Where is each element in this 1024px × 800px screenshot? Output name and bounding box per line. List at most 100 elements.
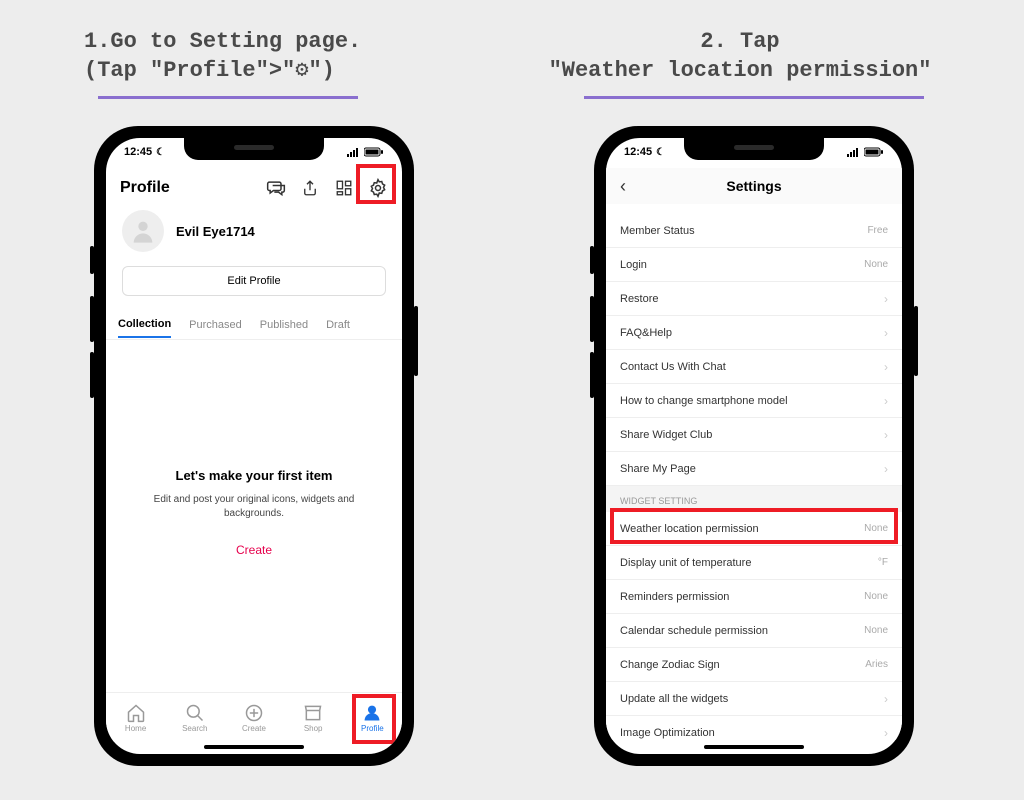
profile-title: Profile: [120, 179, 170, 197]
row-value: None: [864, 259, 888, 270]
phone1-notch: [184, 138, 324, 160]
row-label: Change Zodiac Sign: [620, 659, 720, 671]
phone-frame-1: 12:45 ☾ Profile: [94, 126, 414, 766]
phone1-side-power: [414, 306, 418, 376]
step1-instruction: 1.Go to Setting page. (Tap "Profile">"⚙"…: [84, 28, 361, 85]
nav-create[interactable]: Create: [229, 703, 279, 733]
edit-profile-label: Edit Profile: [227, 275, 280, 287]
row-label: Image Optimization: [620, 727, 715, 739]
empty-sub: Edit and post your original icons, widge…: [134, 493, 374, 521]
row-label: Restore: [620, 293, 659, 305]
highlight-gear: [356, 164, 396, 204]
highlight-profile-nav: [352, 694, 396, 744]
create-link[interactable]: Create: [134, 543, 374, 557]
phone1-side-volup: [90, 296, 94, 342]
step1-line2: (Tap "Profile">"⚙"): [84, 58, 335, 83]
phone2-side-voldown: [590, 352, 594, 398]
chevron-right-icon: ›: [884, 394, 888, 408]
battery-icon: [864, 147, 884, 157]
row-calendar[interactable]: Calendar schedule permission None: [606, 614, 902, 648]
nav-search[interactable]: Search: [170, 703, 220, 733]
home-indicator: [704, 745, 804, 749]
widgets-icon[interactable]: [334, 178, 354, 198]
battery-icon: [364, 147, 384, 157]
row-restore[interactable]: Restore ›: [606, 282, 902, 316]
row-reminders[interactable]: Reminders permission None: [606, 580, 902, 614]
phone-frame-2: 12:45 ☾ ‹ Settings Member Status Free: [594, 126, 914, 766]
status-time: 12:45: [124, 146, 152, 158]
chat-icon[interactable]: [266, 178, 286, 198]
row-label: Reminders permission: [620, 591, 729, 603]
nav-shop-label: Shop: [304, 724, 323, 733]
row-label: Contact Us With Chat: [620, 361, 726, 373]
nav-search-label: Search: [182, 724, 207, 733]
row-zodiac[interactable]: Change Zodiac Sign Aries: [606, 648, 902, 682]
profile-user-row: Evil Eye1714: [106, 210, 402, 252]
phone2-side-power: [914, 306, 918, 376]
row-value: °F: [878, 557, 888, 568]
phone1-screen: 12:45 ☾ Profile: [106, 138, 402, 754]
chevron-right-icon: ›: [884, 428, 888, 442]
status-time: 12:45: [624, 146, 652, 158]
row-login[interactable]: Login None: [606, 248, 902, 282]
edit-profile-button[interactable]: Edit Profile: [122, 266, 386, 296]
phone2-side-volup: [590, 296, 594, 342]
dnd-moon-icon: ☾: [656, 147, 665, 158]
nav-home-label: Home: [125, 724, 146, 733]
nav-home[interactable]: Home: [111, 703, 161, 733]
settings-list[interactable]: Member Status Free Login None Restore › …: [606, 214, 902, 740]
empty-title: Let's make your first item: [134, 468, 374, 483]
row-value: Free: [867, 225, 888, 236]
profile-tabs: Collection Purchased Published Draft: [106, 310, 402, 340]
row-member-status[interactable]: Member Status Free: [606, 214, 902, 248]
phone1-side-voldown: [90, 352, 94, 398]
avatar[interactable]: [122, 210, 164, 252]
row-label: Share Widget Club: [620, 429, 712, 441]
row-label: Member Status: [620, 225, 695, 237]
username: Evil Eye1714: [176, 224, 255, 239]
empty-state: Let's make your first item Edit and post…: [106, 468, 402, 557]
dnd-moon-icon: ☾: [156, 147, 165, 158]
row-image-opt[interactable]: Image Optimization ›: [606, 716, 902, 740]
row-change-model[interactable]: How to change smartphone model ›: [606, 384, 902, 418]
step2-underline: [584, 96, 924, 99]
share-icon[interactable]: [300, 178, 320, 198]
back-icon[interactable]: ‹: [620, 176, 626, 197]
row-value: None: [864, 625, 888, 636]
row-label: How to change smartphone model: [620, 395, 788, 407]
row-label: FAQ&Help: [620, 327, 672, 339]
home-indicator: [204, 745, 304, 749]
row-value: Aries: [865, 659, 888, 670]
tab-collection[interactable]: Collection: [118, 318, 171, 338]
chevron-right-icon: ›: [884, 360, 888, 374]
step2-instruction: 2. Tap "Weather location permission": [510, 28, 970, 85]
tab-published[interactable]: Published: [260, 319, 308, 331]
settings-title: Settings: [726, 178, 781, 194]
phone2-screen: 12:45 ☾ ‹ Settings Member Status Free: [606, 138, 902, 754]
row-update-widgets[interactable]: Update all the widgets ›: [606, 682, 902, 716]
row-contact[interactable]: Contact Us With Chat ›: [606, 350, 902, 384]
chevron-right-icon: ›: [884, 462, 888, 476]
phone2-side-mute: [590, 246, 594, 274]
row-label: Share My Page: [620, 463, 696, 475]
tab-draft[interactable]: Draft: [326, 319, 350, 331]
step2-line1: 2. Tap: [700, 29, 779, 54]
chevron-right-icon: ›: [884, 692, 888, 706]
row-temp-unit[interactable]: Display unit of temperature °F: [606, 546, 902, 580]
signal-icon: [847, 147, 861, 157]
chevron-right-icon: ›: [884, 726, 888, 740]
phone2-notch: [684, 138, 824, 160]
row-share-page[interactable]: Share My Page ›: [606, 452, 902, 486]
row-label: Update all the widgets: [620, 693, 728, 705]
signal-icon: [347, 147, 361, 157]
step2-line2: "Weather location permission": [549, 58, 932, 83]
step1-line1: 1.Go to Setting page.: [84, 29, 361, 54]
nav-create-label: Create: [242, 724, 266, 733]
row-faq[interactable]: FAQ&Help ›: [606, 316, 902, 350]
row-label: Login: [620, 259, 647, 271]
chevron-right-icon: ›: [884, 326, 888, 340]
row-share-wc[interactable]: Share Widget Club ›: [606, 418, 902, 452]
tab-purchased[interactable]: Purchased: [189, 319, 242, 331]
nav-shop[interactable]: Shop: [288, 703, 338, 733]
step1-underline: [98, 96, 358, 99]
